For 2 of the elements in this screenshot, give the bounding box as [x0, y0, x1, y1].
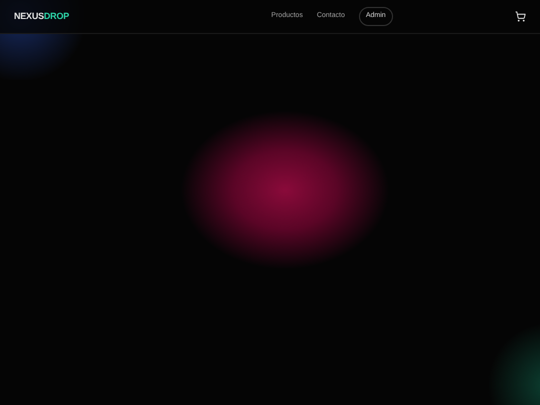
logo[interactable]: NEXUSDROP: [14, 10, 69, 24]
cart-icon[interactable]: [515, 11, 526, 22]
